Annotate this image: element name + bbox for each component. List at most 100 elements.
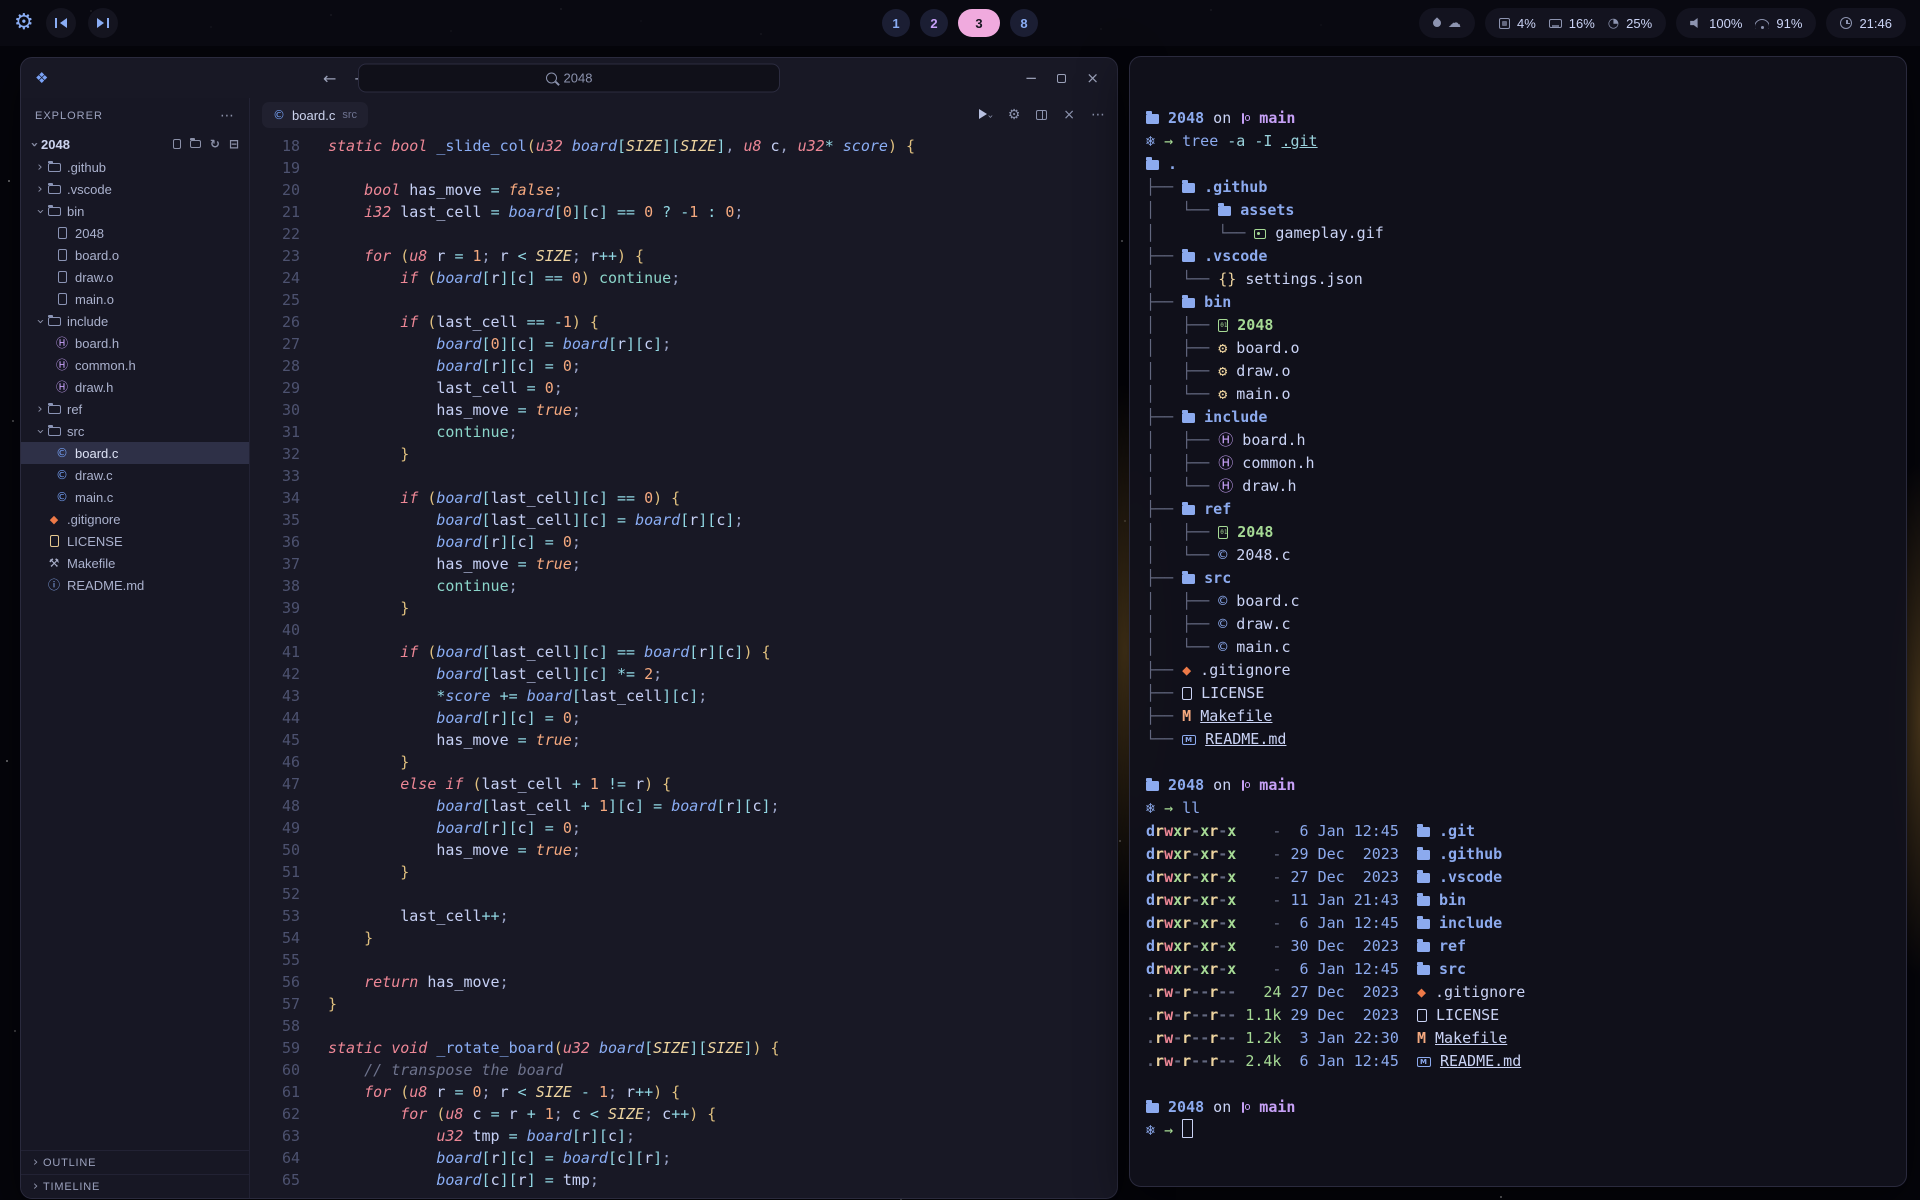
editor-more-actions-icon[interactable]: ⋯ [1091, 108, 1105, 122]
folder-icon [48, 427, 61, 436]
explorer-sidebar: EXPLORER ⋯ › 2048 ↻ ⊟ ›.github›.vscode›b… [21, 98, 250, 1198]
close-tab-icon[interactable]: × [1063, 108, 1075, 122]
system-stats-widget[interactable]: 4% 16% ◔ 25% [1485, 8, 1666, 38]
line-number: 33 [250, 465, 300, 487]
explorer-item-draw.o[interactable]: draw.o [21, 266, 249, 288]
media-previous-button[interactable] [46, 8, 76, 38]
terminal-line: ❄ → ll [1146, 797, 1890, 820]
explorer-item-Makefile[interactable]: ⚒Makefile [21, 552, 249, 574]
code-line: 25 [250, 289, 1117, 311]
file-icon [1182, 687, 1192, 700]
line-number: 48 [250, 795, 300, 817]
folder-icon [1417, 896, 1430, 906]
command-search-input[interactable]: 2048 [358, 64, 780, 93]
workspace-1[interactable]: 1 [882, 9, 910, 37]
terminal-line: │ └── © main.c [1146, 636, 1890, 659]
terminal-line: │ ├── Ⓗ common.h [1146, 452, 1890, 475]
app-logo-icon: ❖ [35, 69, 48, 87]
editor-titlebar[interactable]: ❖ ← → 2048 − × [21, 58, 1117, 98]
split-editor-icon[interactable] [1036, 110, 1047, 120]
chevron-down-icon: › [33, 314, 48, 328]
c-file-icon: © [273, 109, 285, 121]
explorer-item-board.h[interactable]: Ⓗboard.h [21, 332, 249, 354]
explorer-more-actions-icon[interactable]: ⋯ [220, 108, 235, 124]
line-number: 30 [250, 399, 300, 421]
explorer-item-src[interactable]: ›src [21, 420, 249, 442]
weather-widget[interactable]: ☁ [1419, 8, 1475, 38]
explorer-item-common.h[interactable]: Ⓗcommon.h [21, 354, 249, 376]
explorer-item-.gitignore[interactable]: ◆.gitignore [21, 508, 249, 530]
minimize-button[interactable]: − [1025, 69, 1038, 87]
workspace-8[interactable]: 8 [1010, 9, 1038, 37]
code-editor-area[interactable]: 18static bool _slide_col(u32 board[SIZE]… [250, 132, 1117, 1198]
explorer-item-draw.c[interactable]: ©draw.c [21, 464, 249, 486]
terminal-line: │ └── © 2048.c [1146, 544, 1890, 567]
timeline-panel-header[interactable]: › TIMELINE [21, 1174, 249, 1198]
close-window-button[interactable]: × [1086, 69, 1099, 87]
branch-icon [1240, 112, 1250, 125]
terminal-line [1146, 1073, 1890, 1096]
maximize-button[interactable] [1057, 74, 1066, 83]
explorer-item-board.o[interactable]: board.o [21, 244, 249, 266]
terminal-line: drwxr-xr-x - 11 Jan 21:43 bin [1146, 889, 1890, 912]
explorer-item-.vscode[interactable]: ›.vscode [21, 178, 249, 200]
terminal-output[interactable]: 2048 on main❄ → tree -a -I .git .├── .gi… [1130, 57, 1906, 1158]
line-number: 47 [250, 773, 300, 795]
search-icon [546, 73, 557, 84]
line-number: 24 [250, 267, 300, 289]
explorer-item-LICENSE[interactable]: LICENSE [21, 530, 249, 552]
explorer-file-tree: ›.github›.vscode›bin2048board.odraw.omai… [21, 156, 249, 596]
launcher-gear-icon[interactable]: ⚙ [14, 12, 34, 34]
explorer-item-label: bin [67, 204, 84, 219]
top-status-bar: ⚙ 1238 ☁ 4% 16% ◔ 25% 100% 91% 21:46 [0, 0, 1920, 46]
explorer-item-board.c[interactable]: ©board.c [21, 442, 249, 464]
chevron-right-icon: › [29, 1179, 43, 1194]
explorer-item-bin[interactable]: ›bin [21, 200, 249, 222]
explorer-item-include[interactable]: ›include [21, 310, 249, 332]
explorer-item-main.c[interactable]: ©main.c [21, 486, 249, 508]
audio-network-widget[interactable]: 100% 91% [1676, 8, 1816, 38]
folder-icon [1182, 183, 1195, 193]
terminal-line: │ ├── Ⓗ board.h [1146, 429, 1890, 452]
explorer-item-ref[interactable]: ›ref [21, 398, 249, 420]
terminal-line: ├── ref [1146, 498, 1890, 521]
explorer-item-README.md[interactable]: ⓘREADME.md [21, 574, 249, 596]
tab-board-c[interactable]: © board.c src [262, 102, 368, 128]
line-number: 26 [250, 311, 300, 333]
new-file-icon[interactable] [173, 139, 181, 149]
explorer-item-.github[interactable]: ›.github [21, 156, 249, 178]
navigate-back-button[interactable]: ← [323, 69, 336, 88]
explorer-item-label: board.o [75, 248, 119, 263]
explorer-item-draw.h[interactable]: Ⓗdraw.h [21, 376, 249, 398]
folder-icon [1417, 919, 1430, 929]
workspace-3[interactable]: 3 [958, 9, 1000, 37]
explorer-root-folder[interactable]: › 2048 ↻ ⊟ [21, 132, 249, 156]
explorer-item-main.o[interactable]: main.o [21, 288, 249, 310]
line-number: 64 [250, 1147, 300, 1169]
collapse-folders-icon[interactable]: ⊟ [229, 138, 239, 150]
line-number: 23 [250, 245, 300, 267]
run-file-button[interactable]: › [979, 106, 992, 124]
terminal-line: ├── src [1146, 567, 1890, 590]
code-line: 31 continue; [250, 421, 1117, 443]
line-number: 25 [250, 289, 300, 311]
outline-panel-header[interactable]: › OUTLINE [21, 1150, 249, 1174]
explorer-item-label: 2048 [75, 226, 104, 241]
terminal-line: drwxr-xr-x - 29 Dec 2023 .github [1146, 843, 1890, 866]
line-number: 28 [250, 355, 300, 377]
workspace-2[interactable]: 2 [920, 9, 948, 37]
explorer-item-2048[interactable]: 2048 [21, 222, 249, 244]
humidity-drop-icon [1431, 17, 1442, 28]
new-folder-icon[interactable] [190, 140, 201, 148]
terminal-line: drwxr-xr-x - 30 Dec 2023 ref [1146, 935, 1890, 958]
cloud-icon: ☁ [1448, 17, 1461, 30]
timeline-label: TIMELINE [43, 1181, 100, 1193]
refresh-explorer-icon[interactable]: ↻ [210, 138, 220, 150]
clock-widget[interactable]: 21:46 [1826, 8, 1906, 38]
media-next-button[interactable] [88, 8, 118, 38]
volume-level: 100% [1709, 16, 1742, 31]
code-line: 36 board[r][c] = 0; [250, 531, 1117, 553]
clock-icon [1840, 17, 1852, 29]
workspace-pills: 1238 [882, 9, 1038, 37]
settings-gear-icon[interactable]: ⚙ [1008, 108, 1021, 122]
